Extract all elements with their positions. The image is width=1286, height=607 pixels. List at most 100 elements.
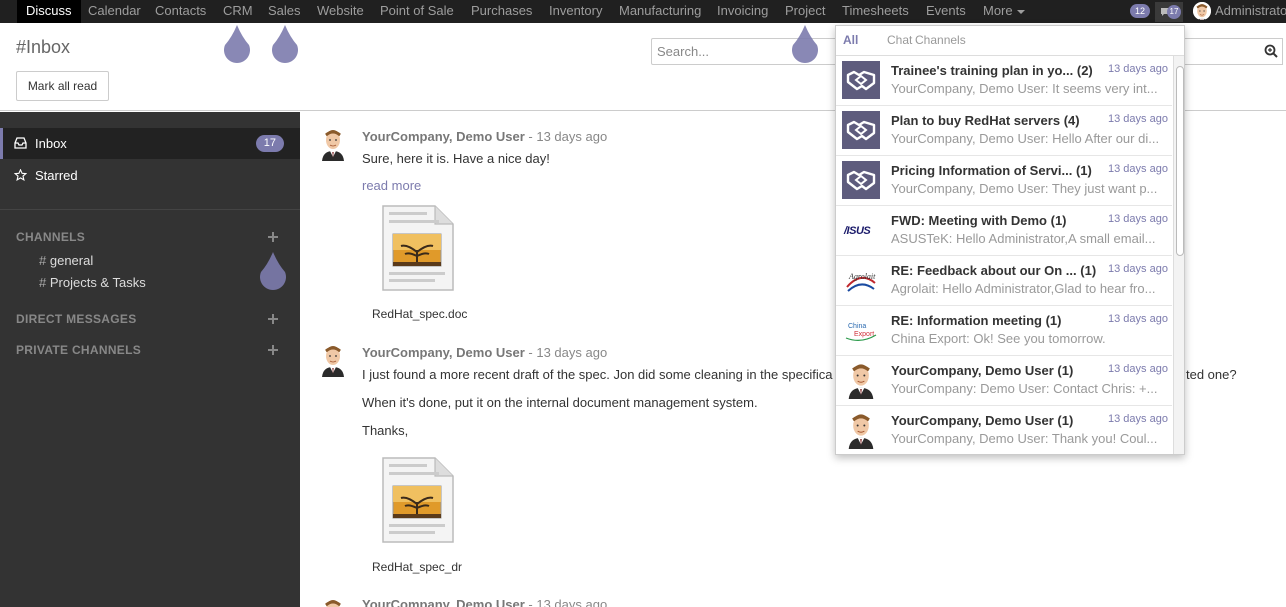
message-author[interactable]: YourCompany, Demo User - 13 days ago [362, 597, 607, 607]
preview-body: YourCompany, Demo User: Thank you! Coul.… [891, 431, 1158, 446]
preview-body: YourCompany: Demo User: Contact Chris: +… [891, 381, 1158, 396]
author-name: YourCompany, Demo User [362, 345, 525, 360]
app-timesheets[interactable]: Timesheets [842, 0, 909, 23]
ink-drop-icon [790, 23, 820, 63]
preview-date: 13 days ago [1108, 113, 1168, 125]
page-title: #Inbox [16, 37, 71, 57]
app-manufacturing[interactable]: Manufacturing [619, 0, 701, 23]
preview-date: 13 days ago [1108, 263, 1168, 275]
read-more-link[interactable]: read more [362, 178, 421, 193]
message-body: Sure, here it is. Have a nice day! [362, 151, 550, 166]
ink-drop-icon [222, 23, 252, 63]
mark-all-read-button[interactable]: Mark all read [16, 71, 109, 101]
preview-title: YourCompany, Demo User (1) [891, 363, 1074, 378]
preview-body: YourCompany, Demo User: They just want p… [891, 181, 1158, 196]
svg-text:Agrolait: Agrolait [848, 272, 876, 281]
china-export-logo: China Export [845, 323, 877, 341]
preview-title: Plan to buy RedHat servers (4) [891, 113, 1080, 128]
handshake-icon [842, 161, 880, 199]
message-body-line: When it's done, put it on the internal d… [362, 395, 758, 410]
preview-body: China Export: Ok! See you tomorrow. [891, 331, 1106, 346]
user-avatar[interactable] [1193, 2, 1211, 20]
preview-date: 13 days ago [1108, 163, 1168, 175]
preview-title: RE: Feedback about our On ... (1) [891, 263, 1097, 278]
ink-drop-icon [258, 250, 288, 290]
app-point-of-sale[interactable]: Point of Sale [380, 0, 454, 23]
agrolait-logo: Agrolait [846, 272, 876, 292]
preview-body: Agrolait: Hello Administrator,Glad to he… [891, 281, 1156, 296]
preview-item[interactable]: China Export RE: Information meeting (1)… [836, 306, 1172, 356]
app-website[interactable]: Website [317, 0, 364, 23]
scrollbar-thumb[interactable] [1176, 66, 1184, 256]
preview-item[interactable]: Plan to buy RedHat servers (4) 13 days a… [836, 106, 1172, 156]
preview-title: FWD: Meeting with Demo (1) [891, 213, 1067, 228]
sidebar-item-inbox[interactable]: Inbox 17 [0, 128, 300, 159]
filter-chat[interactable]: Chat [887, 33, 912, 47]
preview-item[interactable]: YourCompany, Demo User (1) 13 days ago Y… [836, 406, 1172, 455]
preview-item[interactable]: YourCompany, Demo User (1) 13 days ago Y… [836, 356, 1172, 406]
channels-header[interactable]: CHANNELS [16, 230, 85, 244]
sidebar-item-channel-projects[interactable]: # Projects & Tasks [39, 275, 146, 290]
author-avatar[interactable] [320, 597, 346, 607]
author-avatar[interactable] [320, 127, 346, 161]
app-inventory[interactable]: Inventory [549, 0, 602, 23]
messages-badge: 17 [1167, 5, 1181, 19]
attachment-name[interactable]: RedHat_spec.doc [372, 307, 468, 321]
caret-down-icon [1016, 9, 1025, 14]
preview-item[interactable]: Agrolait RE: Feedback about our On ... (… [836, 256, 1172, 306]
author-name: YourCompany, Demo User [362, 129, 525, 144]
preview-date: 13 days ago [1108, 413, 1168, 425]
sidebar-item-channel-general[interactable]: # general [39, 253, 93, 268]
message-author[interactable]: YourCompany, Demo User - 13 days ago [362, 129, 607, 144]
direct-messages-header[interactable]: DIRECT MESSAGES [16, 312, 137, 326]
hash-icon: # [39, 253, 47, 268]
app-calendar[interactable]: Calendar [88, 0, 141, 23]
app-events[interactable]: Events [926, 0, 966, 23]
filter-channels[interactable]: Channels [915, 33, 966, 47]
author-avatar[interactable] [320, 343, 346, 377]
message-body-line-tail: ted one? [1186, 367, 1237, 382]
app-discuss[interactable]: Discuss [17, 0, 81, 23]
app-contacts[interactable]: Contacts [155, 0, 206, 23]
hash-icon: # [39, 275, 47, 290]
preview-item[interactable]: Pricing Information of Servi... (1) 13 d… [836, 156, 1172, 206]
more-menu[interactable]: More [983, 0, 1025, 23]
document-file-icon[interactable] [377, 454, 457, 546]
activity-badge[interactable]: 12 [1130, 4, 1150, 18]
attachment-name[interactable]: RedHat_spec_dr [372, 560, 468, 574]
user-menu[interactable]: Administrator [1215, 0, 1286, 22]
inbox-icon [14, 137, 27, 149]
filter-all[interactable]: All [843, 33, 858, 47]
preview-title: Pricing Information of Servi... (1) [891, 163, 1092, 178]
add-private-channel-icon[interactable] [267, 344, 279, 356]
message-date: - 13 days ago [528, 597, 608, 607]
inbox-count-badge: 17 [255, 135, 284, 152]
preview-date: 13 days ago [1108, 363, 1168, 375]
app-purchases[interactable]: Purchases [471, 0, 532, 23]
dropdown-scrollbar[interactable] [1173, 56, 1184, 454]
messaging-menu-button[interactable]: 17 [1155, 2, 1183, 22]
app-crm[interactable]: CRM [223, 0, 253, 23]
search-icon[interactable] [1264, 44, 1278, 58]
user-avatar [842, 361, 880, 399]
preview-body: YourCompany, Demo User: Hello After our … [891, 131, 1160, 146]
app-sales[interactable]: Sales [268, 0, 301, 23]
preview-date: 13 days ago [1108, 313, 1168, 325]
preview-title: YourCompany, Demo User (1) [891, 413, 1074, 428]
more-label: More [983, 3, 1013, 18]
document-file-icon[interactable] [377, 202, 457, 294]
preview-date: 13 days ago [1108, 63, 1168, 75]
add-direct-message-icon[interactable] [267, 313, 279, 325]
sidebar-item-starred[interactable]: Starred [0, 160, 300, 191]
app-project[interactable]: Project [785, 0, 825, 23]
message-date: - 13 days ago [528, 129, 608, 144]
message-author[interactable]: YourCompany, Demo User - 13 days ago [362, 345, 607, 360]
channel-label: general [49, 253, 94, 268]
add-channel-icon[interactable] [267, 231, 279, 243]
preview-title: RE: Information meeting (1) [891, 313, 1062, 328]
private-channels-header[interactable]: PRIVATE CHANNELS [16, 343, 141, 357]
preview-item[interactable]: /ISUS FWD: Meeting with Demo (1) 13 days… [836, 206, 1172, 256]
app-invoicing[interactable]: Invoicing [717, 0, 768, 23]
preview-item[interactable]: Trainee's training plan in yo... (2) 13 … [836, 56, 1172, 106]
preview-date: 13 days ago [1108, 213, 1168, 225]
